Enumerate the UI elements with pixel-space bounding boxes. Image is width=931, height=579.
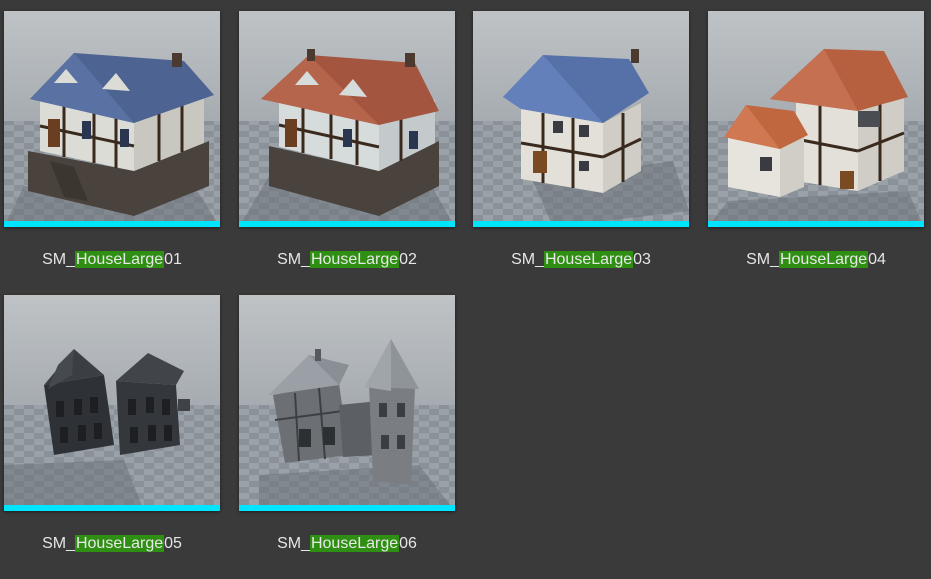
asset-name-suffix: 04 [868,251,886,268]
asset-name-label: SM_HouseLarge04 [698,250,931,270]
asset-name-label: SM_HouseLarge02 [229,250,465,270]
asset-name-label: SM_HouseLarge06 [229,534,465,554]
asset-type-color-bar [239,505,455,511]
house-thumbnail-image [473,11,689,227]
asset-thumbnail [239,295,455,511]
search-match-highlight: HouseLarge [778,251,869,268]
asset-name-prefix: SM_ [511,251,544,268]
asset-tile-houselarge03[interactable]: SM_HouseLarge03 [473,11,689,268]
search-match-highlight: HouseLarge [543,251,634,268]
house-thumbnail-image [239,11,455,227]
search-match-highlight: HouseLarge [309,535,400,552]
content-browser-asset-grid: SM_HouseLarge01 SM_HouseLarge02 SM_House… [0,0,931,579]
asset-name-label: SM_HouseLarge01 [0,250,230,270]
asset-name-suffix: 03 [633,251,651,268]
asset-name-label: SM_HouseLarge05 [0,534,230,554]
asset-tile-houselarge01[interactable]: SM_HouseLarge01 [4,11,220,268]
asset-type-color-bar [473,221,689,227]
asset-tile-houselarge04[interactable]: SM_HouseLarge04 [708,11,924,268]
asset-tile-houselarge06[interactable]: SM_HouseLarge06 [239,295,455,552]
asset-type-color-bar [4,505,220,511]
asset-thumbnail [708,11,924,227]
house-thumbnail-image [708,11,924,227]
asset-name-label: SM_HouseLarge03 [463,250,699,270]
asset-name-prefix: SM_ [42,251,75,268]
house-thumbnail-image [4,11,220,227]
asset-name-prefix: SM_ [277,535,310,552]
search-match-highlight: HouseLarge [74,535,165,552]
house-thumbnail-image [4,295,220,511]
asset-name-suffix: 01 [164,251,182,268]
asset-thumbnail [239,11,455,227]
house-thumbnail-image [239,295,455,511]
asset-thumbnail [4,295,220,511]
asset-type-color-bar [239,221,455,227]
asset-name-suffix: 06 [399,535,417,552]
asset-name-suffix: 05 [164,535,182,552]
asset-tile-houselarge02[interactable]: SM_HouseLarge02 [239,11,455,268]
asset-type-color-bar [4,221,220,227]
asset-type-color-bar [708,221,924,227]
asset-name-prefix: SM_ [746,251,779,268]
asset-name-suffix: 02 [399,251,417,268]
asset-name-prefix: SM_ [277,251,310,268]
asset-tile-houselarge05[interactable]: SM_HouseLarge05 [4,295,220,552]
search-match-highlight: HouseLarge [74,251,165,268]
search-match-highlight: HouseLarge [309,251,400,268]
asset-thumbnail [473,11,689,227]
asset-name-prefix: SM_ [42,535,75,552]
asset-thumbnail [4,11,220,227]
